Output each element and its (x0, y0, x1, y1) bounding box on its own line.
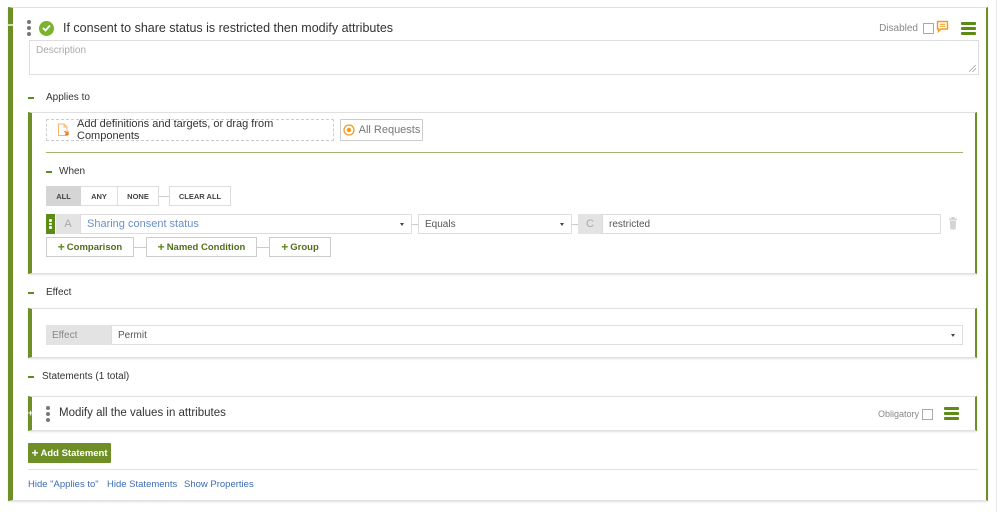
collapse-icon (46, 170, 52, 173)
expand-icon[interactable]: + (28, 408, 33, 418)
effect-panel: Effect Permit (28, 308, 977, 358)
match-none-button[interactable]: NONE (118, 186, 159, 206)
add-named-condition-button[interactable]: + Named Condition (146, 237, 257, 257)
rule-title[interactable]: If consent to share status is restricted… (63, 21, 393, 35)
obligatory-checkbox[interactable] (922, 409, 933, 420)
hamburger-menu-icon[interactable] (944, 407, 959, 420)
match-mode-group: ALL ANY NONE (46, 186, 159, 206)
operator-select[interactable]: Equals (418, 214, 572, 234)
effect-select[interactable]: Permit (111, 325, 963, 345)
statements-toggle[interactable]: Statements (1 total) (28, 371, 129, 382)
disabled-label: Disabled (879, 22, 918, 34)
chevron-down-icon (951, 334, 955, 337)
add-group-button[interactable]: + Group (269, 237, 331, 257)
constant-type-tag: C (578, 214, 602, 234)
obligatory-label: Obligatory (878, 409, 920, 419)
when-label: When (59, 166, 86, 177)
effect-toggle[interactable]: Effect (28, 287, 71, 298)
attribute-type-tag: A (56, 214, 80, 234)
attribute-select[interactable]: Sharing consent status (80, 214, 412, 234)
statement-item: + Modify all the values in attributes Ob… (28, 396, 977, 431)
match-all-button[interactable]: ALL (46, 186, 81, 206)
hide-statements-link[interactable]: Hide Statements (107, 479, 177, 490)
collapse-icon (28, 375, 34, 378)
match-any-button[interactable]: ANY (81, 186, 118, 206)
add-statement-button[interactable]: + Add Statement (28, 443, 111, 463)
effect-field-label: Effect (46, 325, 111, 345)
statement-label[interactable]: Modify all the values in attributes (59, 407, 226, 419)
applies-to-panel: Add definitions and targets, or drag fro… (28, 112, 977, 274)
plus-icon: + (31, 446, 39, 460)
chevron-down-icon (400, 223, 404, 226)
collapse-icon (28, 96, 34, 99)
description-placeholder: Description (36, 45, 87, 56)
clear-all-button[interactable]: CLEAR ALL (169, 186, 231, 206)
add-definitions-button[interactable]: Add definitions and targets, or drag fro… (46, 118, 334, 142)
page-right-border (996, 0, 997, 512)
chevron-down-icon (560, 223, 564, 226)
description-textarea[interactable]: Description (29, 40, 979, 75)
collapse-icon (28, 291, 34, 294)
trash-icon[interactable] (948, 217, 958, 233)
check-circle-icon (39, 20, 54, 36)
applies-to-toggle[interactable]: Applies to (28, 92, 90, 103)
disabled-checkbox[interactable] (923, 22, 934, 34)
add-document-icon (57, 123, 70, 137)
show-properties-link[interactable]: Show Properties (184, 479, 254, 490)
comment-icon[interactable] (936, 20, 949, 36)
value-input[interactable]: restricted (602, 214, 941, 234)
all-requests-button[interactable]: All Requests (340, 119, 423, 141)
divider (46, 152, 963, 153)
hide-applies-to-link[interactable]: Hide "Applies to" (28, 479, 99, 490)
when-toggle[interactable]: When (46, 166, 85, 177)
target-icon (342, 124, 355, 136)
resize-handle-icon[interactable] (969, 65, 976, 72)
rule-card: If consent to share status is restricted… (8, 7, 988, 501)
drag-handle-icon[interactable] (27, 20, 31, 36)
rule-header: If consent to share status is restricted… (27, 18, 976, 38)
hamburger-menu-icon[interactable] (961, 21, 976, 35)
condition-drag-handle[interactable] (46, 214, 55, 234)
add-comparison-button[interactable]: + Comparison (46, 237, 134, 257)
divider (28, 469, 978, 470)
drag-handle-icon[interactable] (46, 406, 50, 422)
statements-section-label: Statements (1 total) (42, 371, 130, 382)
applies-to-label: Applies to (46, 92, 90, 103)
effect-section-label: Effect (46, 287, 72, 298)
